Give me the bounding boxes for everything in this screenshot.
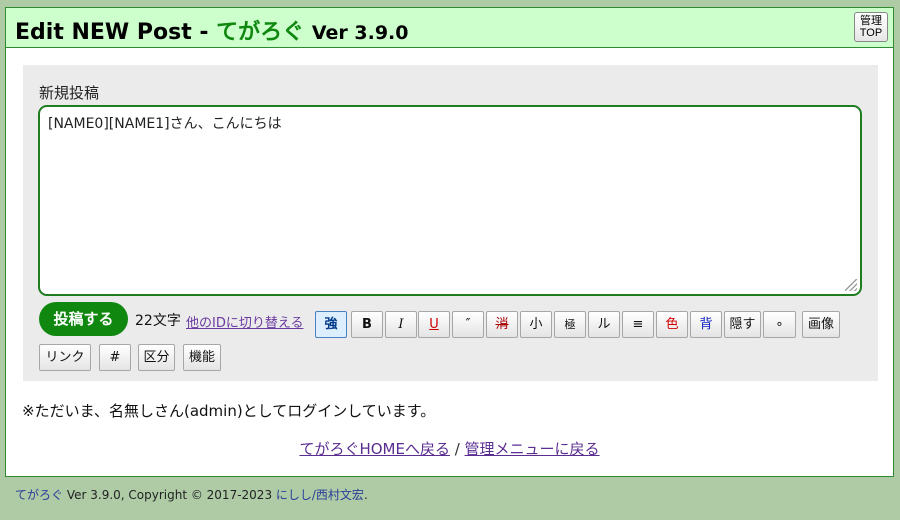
footer-app-link[interactable]: てがろぐ (15, 488, 63, 502)
decor-quote-button[interactable]: ″ (452, 311, 484, 338)
decor-strong-button[interactable]: 強 (315, 311, 347, 338)
login-notice: ※ただいま、名無しさん(admin)としてログインしています。 (22, 402, 436, 420)
decor-small-button[interactable]: 小 (520, 311, 552, 338)
admin-top-label-1: 管理 (860, 15, 882, 27)
title-app-name: てがろぐ (216, 20, 305, 45)
admin-top-button[interactable]: 管理 TOP (854, 12, 888, 42)
decor-list-button[interactable]: ≡ (622, 311, 654, 338)
insert-hashtag-button[interactable]: # (99, 344, 131, 371)
post-form-panel: 新規投稿 [NAME0][NAME1]さん、こんにちは 投稿する 22文字 他の… (23, 65, 878, 381)
decor-ruby-button[interactable]: ル (588, 311, 620, 338)
switch-id-link[interactable]: 他のIDに切り替える (186, 312, 303, 331)
header-bar: Edit NEW Post - てがろぐ Ver 3.9.0 管理 TOP (6, 8, 893, 48)
decor-tiny-button[interactable]: 極 (554, 311, 586, 338)
features-button[interactable]: 機能 (183, 344, 221, 371)
links-separator: / (449, 440, 465, 458)
post-body-textarea[interactable]: [NAME0][NAME1]さん、こんにちは (38, 105, 862, 296)
title-version: Ver 3.9.0 (311, 22, 409, 44)
category-button[interactable]: 区分 (138, 344, 175, 371)
decor-bold-button[interactable]: B (351, 311, 383, 338)
post-body-text: [NAME0][NAME1]さん、こんにちは (48, 116, 282, 132)
footer-author-link[interactable]: にしし/西村文宏 (276, 488, 364, 502)
bottom-links: てがろぐHOMEへ戻る / 管理メニューに戻る (6, 438, 893, 459)
home-link[interactable]: てがろぐHOMEへ戻る (299, 440, 450, 458)
decor-italic-button[interactable]: I (385, 311, 417, 338)
decor-strike-button[interactable]: 消 (486, 311, 518, 338)
form-label: 新規投稿 (39, 84, 100, 102)
page-title: Edit NEW Post - てがろぐ Ver 3.9.0 (15, 14, 409, 46)
insert-link-button[interactable]: リンク (39, 344, 91, 371)
decor-hide-button[interactable]: 隠す (724, 311, 761, 338)
decor-color-button[interactable]: 色 (656, 311, 688, 338)
char-count: 22文字 (135, 313, 181, 329)
decor-background-button[interactable]: 背 (690, 311, 722, 338)
admin-top-label-2: TOP (859, 27, 883, 39)
decor-dot-button[interactable]: ∘ (763, 311, 796, 338)
admin-menu-link[interactable]: 管理メニューに戻る (465, 440, 600, 458)
page-container: Edit NEW Post - てがろぐ Ver 3.9.0 管理 TOP 新規… (5, 7, 894, 477)
insert-image-button[interactable]: 画像 (802, 311, 840, 338)
decor-underline-button[interactable]: U (418, 311, 450, 338)
footer-text: Ver 3.9.0, Copyright © 2017-2023 (63, 488, 276, 502)
title-prefix: Edit NEW Post - (15, 20, 217, 45)
resize-grip-icon[interactable] (845, 279, 857, 291)
footer: てがろぐ Ver 3.9.0, Copyright © 2017-2023 にし… (15, 486, 368, 503)
footer-end: . (363, 488, 368, 502)
submit-post-button[interactable]: 投稿する (39, 302, 128, 336)
